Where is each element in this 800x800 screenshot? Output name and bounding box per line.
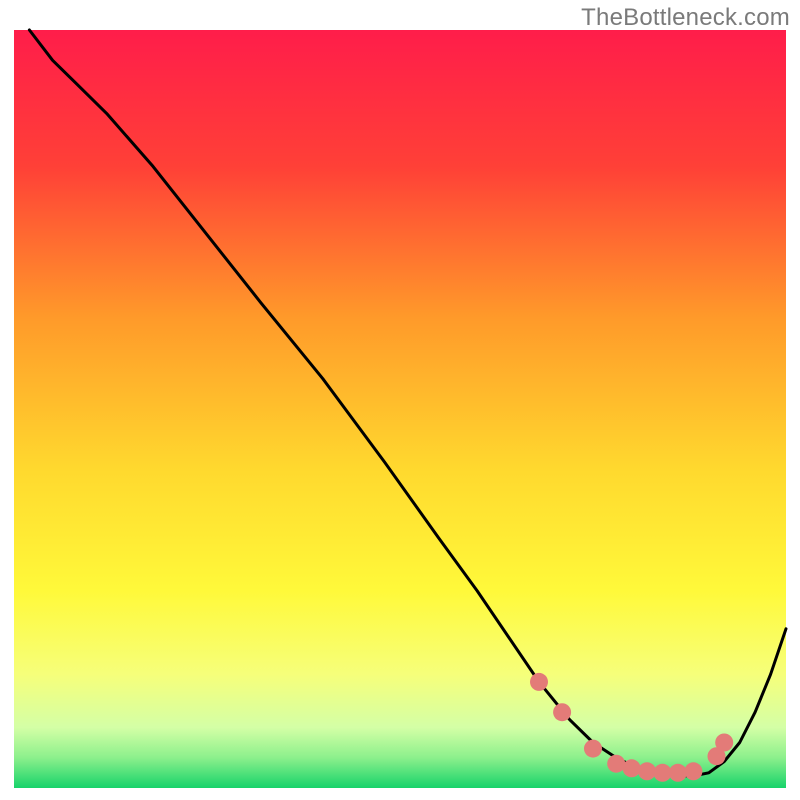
plot-area	[14, 30, 786, 788]
highlight-dot	[553, 703, 571, 721]
highlight-dot	[669, 764, 687, 782]
highlight-dot	[638, 762, 656, 780]
highlight-dot	[584, 740, 602, 758]
highlight-dot	[607, 755, 625, 773]
chart-container: TheBottleneck.com	[0, 0, 800, 800]
highlight-dot	[623, 759, 641, 777]
highlight-dot	[684, 762, 702, 780]
highlight-dot	[530, 673, 548, 691]
highlight-dot	[654, 764, 672, 782]
gradient-background	[14, 30, 786, 788]
attribution-label: TheBottleneck.com	[581, 4, 790, 32]
highlight-dot	[715, 734, 733, 752]
bottleneck-curve-chart	[0, 0, 800, 800]
